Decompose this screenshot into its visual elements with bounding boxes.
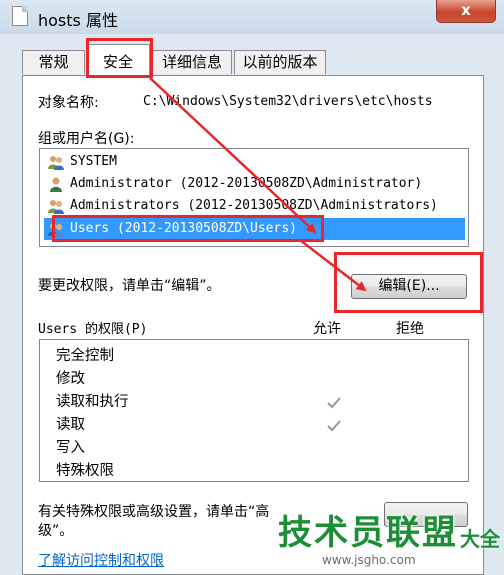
object-name-label: 对象名称: (38, 95, 99, 111)
tab-details[interactable]: 详细信息 (152, 50, 232, 74)
deny-column-header: 拒绝 (396, 321, 424, 337)
document-icon (12, 6, 28, 26)
permission-row: 完全控制 (56, 348, 114, 364)
user-name: Administrator (2012-20130508ZD\Administr… (70, 176, 423, 191)
object-name-value: C:\Windows\System32\drivers\etc\hosts (143, 94, 433, 109)
allow-checkmark-icon (327, 397, 341, 409)
watermark-logo: 技术员联盟 大全 www.jsgho.com (272, 505, 504, 575)
group-users-icon (48, 156, 64, 170)
permission-row: 修改 (56, 371, 85, 387)
permission-row: 写入 (56, 440, 85, 456)
user-name: SYSTEM (70, 154, 117, 169)
user-row-system[interactable]: SYSTEM (44, 151, 465, 173)
watermark-url: www.jsgho.com (322, 553, 416, 567)
user-icon (50, 177, 62, 192)
permission-row: 读取 (56, 417, 85, 433)
permissions-list: 完全控制 修改 读取和执行 读取 写入 特殊权限 (39, 339, 469, 482)
change-permission-hint: 要更改权限，请单击“编辑”。 (38, 278, 221, 294)
allow-checkmark-icon (327, 420, 341, 432)
close-button[interactable]: x (436, 0, 496, 23)
permission-row: 特殊权限 (56, 463, 114, 479)
window-title: hosts 属性 (38, 11, 118, 30)
user-name: Administrators (2012-20130508ZD\Administ… (70, 198, 438, 213)
annotation-box-edit-button (334, 252, 483, 313)
tab-general[interactable]: 常规 (22, 50, 85, 74)
annotation-box-users-row (52, 215, 324, 242)
watermark-title: 技术员联盟 (278, 513, 458, 553)
user-row-administrator[interactable]: Administrator (2012-20130508ZD\Administr… (44, 173, 465, 195)
watermark-suffix: 大全 (460, 527, 500, 551)
permissions-header: Users 的权限(P) (38, 322, 148, 337)
title-bar: hosts 属性 x (0, 0, 504, 34)
annotation-box-security-tab (86, 38, 153, 78)
user-row-administrators[interactable]: Administrators (2012-20130508ZD\Administ… (44, 195, 465, 217)
allow-column-header: 允许 (313, 321, 341, 337)
access-control-help-link[interactable]: 了解访问控制和权限 (38, 550, 164, 570)
group-user-label: 组或用户名(G): (38, 131, 135, 147)
group-users-icon (48, 200, 64, 214)
permission-row: 读取和执行 (56, 394, 129, 410)
tab-previous-versions[interactable]: 以前的版本 (234, 50, 326, 74)
